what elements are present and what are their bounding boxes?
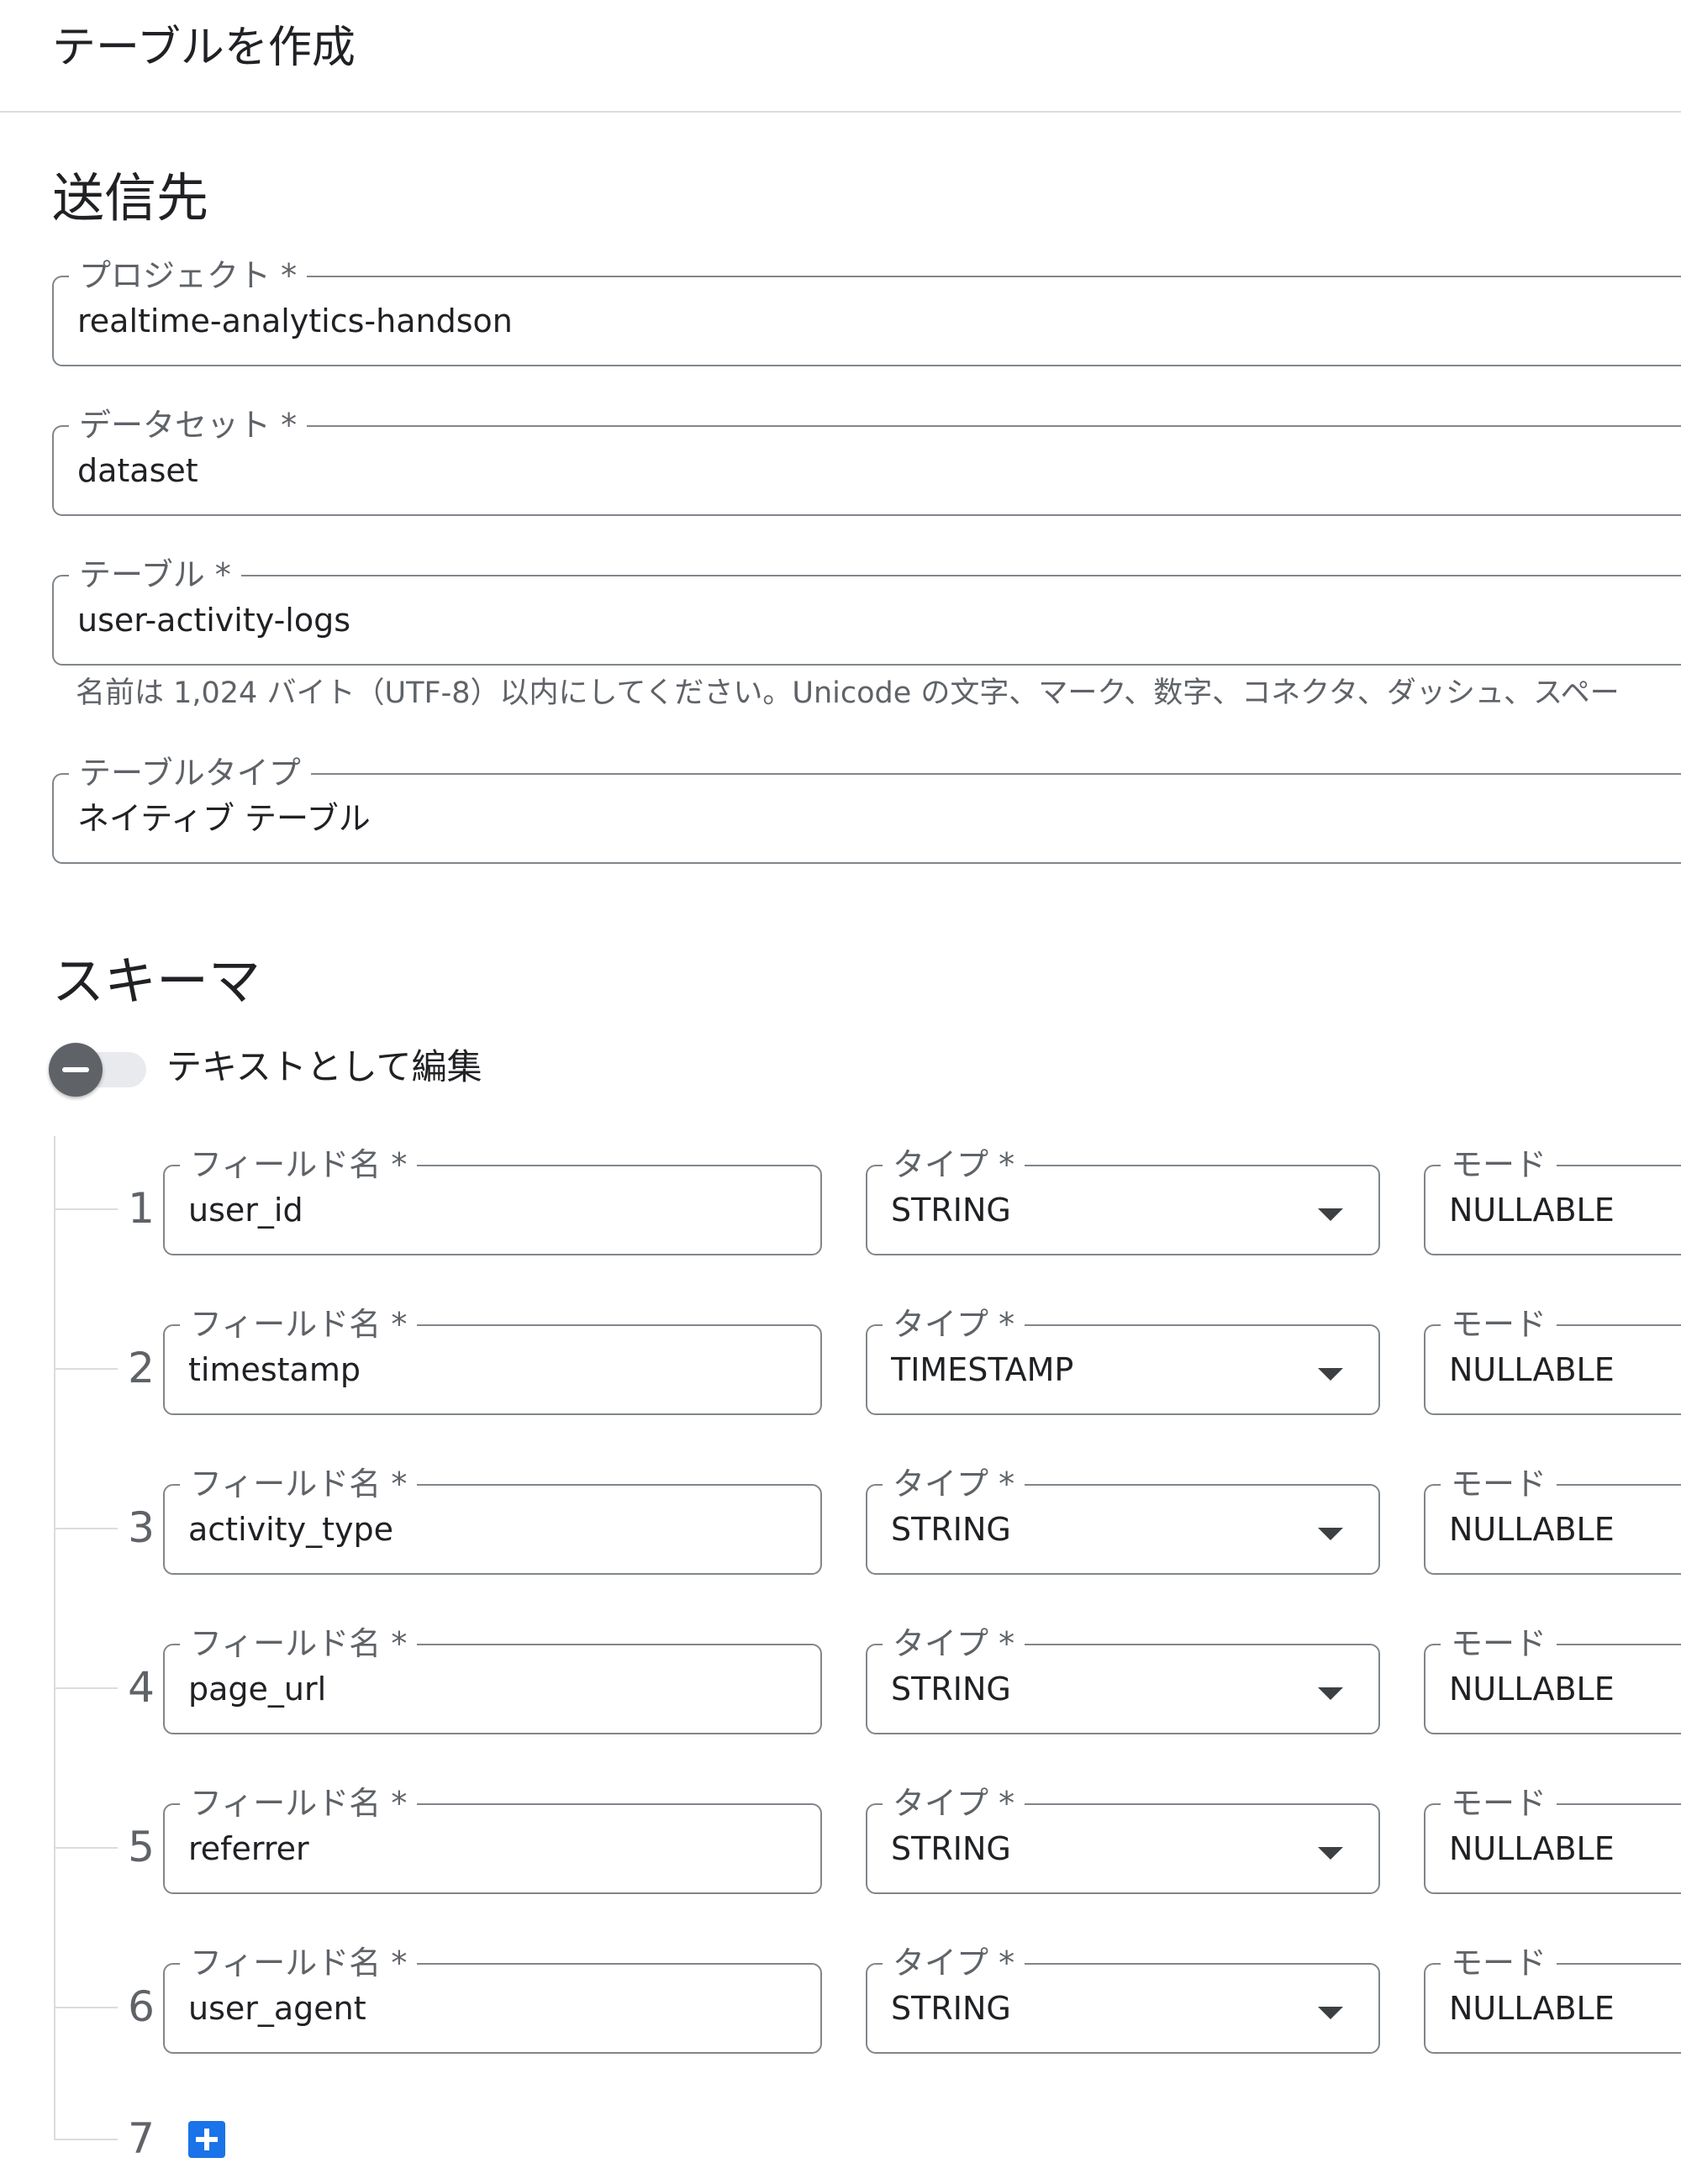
row-number: 2 — [128, 1344, 155, 1392]
table-name-hint: 名前は 1,024 バイト（UTF-8）以内にしてください。Unicode の文… — [76, 676, 1620, 710]
field-mode-value: NULLABLE — [1449, 1192, 1614, 1229]
field-mode-label: モード — [1441, 1624, 1557, 1663]
field-mode-label: モード — [1441, 1145, 1557, 1184]
field-type-label: タイプ * — [883, 1145, 1025, 1184]
dataset-label: データセット * — [69, 406, 308, 445]
field-name-value[interactable]: user_id — [188, 1188, 753, 1232]
destination-heading: 送信先 — [52, 167, 209, 229]
field-name-input[interactable]: フィールド名 * referrer — [163, 1784, 822, 1894]
table-type-value: ネイティブ テーブル — [77, 800, 371, 837]
field-name-label: フィールド名 * — [180, 1624, 418, 1663]
field-mode-label: モード — [1441, 1465, 1557, 1503]
row-number: 4 — [128, 1663, 155, 1712]
field-type-label: タイプ * — [883, 1305, 1025, 1344]
field-type-select[interactable]: タイプ * STRING — [866, 1145, 1380, 1255]
field-name-input[interactable]: フィールド名 * activity_type — [163, 1465, 822, 1575]
field-name-label: フィールド名 * — [180, 1145, 418, 1184]
field-mode-select[interactable]: モード NULLABLE — [1424, 1145, 1681, 1255]
tree-branch — [54, 1368, 118, 1370]
row-number: 5 — [128, 1823, 155, 1871]
field-mode-select[interactable]: モード NULLABLE — [1424, 1305, 1681, 1415]
schema-heading: スキーマ — [52, 950, 261, 1012]
dropdown-arrow-icon[interactable] — [1318, 1528, 1343, 1540]
dropdown-arrow-icon[interactable] — [1318, 1687, 1343, 1700]
dataset-value[interactable]: dataset — [77, 449, 1614, 492]
field-mode-value: NULLABLE — [1449, 1671, 1614, 1708]
schema-tree-line — [54, 1136, 55, 2140]
field-type-label: タイプ * — [883, 1465, 1025, 1503]
field-type-value: STRING — [891, 1192, 1011, 1229]
table-name-label: テーブル * — [69, 555, 241, 594]
field-name-input[interactable]: フィールド名 * page_url — [163, 1624, 822, 1734]
table-name-field[interactable]: テーブル * user-activity-logs — [52, 555, 1681, 666]
header-divider — [0, 111, 1681, 113]
table-type-label: テーブルタイプ — [69, 754, 311, 792]
field-name-input[interactable]: フィールド名 * user_id — [163, 1145, 822, 1255]
field-mode-select[interactable]: モード NULLABLE — [1424, 1784, 1681, 1894]
field-name-label: フィールド名 * — [180, 1784, 418, 1823]
field-mode-select[interactable]: モード NULLABLE — [1424, 1465, 1681, 1575]
dropdown-arrow-icon[interactable] — [1318, 2007, 1343, 2019]
table-name-input[interactable]: user-activity-logs — [77, 598, 1614, 642]
field-name-input[interactable]: フィールド名 * timestamp — [163, 1305, 822, 1415]
field-name-label: フィールド名 * — [180, 1465, 418, 1503]
field-name-value[interactable]: timestamp — [188, 1348, 753, 1392]
page-title: テーブルを作成 — [52, 23, 356, 73]
field-mode-value: NULLABLE — [1449, 1351, 1614, 1388]
field-type-select[interactable]: タイプ * STRING — [866, 1624, 1380, 1734]
field-mode-label: モード — [1441, 1784, 1557, 1823]
field-type-value: TIMESTAMP — [891, 1351, 1074, 1388]
tree-branch — [54, 2007, 118, 2008]
field-name-label: フィールド名 * — [180, 1305, 418, 1344]
row-number: 3 — [128, 1503, 155, 1552]
tree-branch — [54, 1847, 118, 1849]
field-type-select[interactable]: タイプ * TIMESTAMP — [866, 1305, 1380, 1415]
dataset-field[interactable]: データセット * dataset — [52, 406, 1681, 516]
field-name-value[interactable]: page_url — [188, 1667, 753, 1711]
field-type-label: タイプ * — [883, 1944, 1025, 1982]
field-mode-value: NULLABLE — [1449, 1990, 1614, 2027]
field-name-value[interactable]: activity_type — [188, 1508, 753, 1551]
field-mode-label: モード — [1441, 1305, 1557, 1344]
field-type-value: STRING — [891, 1671, 1011, 1708]
field-type-label: タイプ * — [883, 1784, 1025, 1823]
dropdown-arrow-icon[interactable] — [1318, 1847, 1343, 1860]
toggle-thumb[interactable] — [49, 1043, 103, 1097]
row-number: 1 — [128, 1184, 155, 1233]
tree-branch — [54, 1687, 118, 1689]
field-type-value: STRING — [891, 1830, 1011, 1867]
field-name-label: フィールド名 * — [180, 1944, 418, 1982]
field-type-label: タイプ * — [883, 1624, 1025, 1663]
field-type-select[interactable]: タイプ * STRING — [866, 1784, 1380, 1894]
field-mode-select[interactable]: モード NULLABLE — [1424, 1624, 1681, 1734]
field-name-value[interactable]: user_agent — [188, 1987, 753, 2030]
field-type-select[interactable]: タイプ * STRING — [866, 1944, 1380, 2054]
plus-icon[interactable] — [188, 2121, 225, 2158]
field-mode-label: モード — [1441, 1944, 1557, 1982]
dropdown-arrow-icon[interactable] — [1318, 1368, 1343, 1381]
field-type-value: STRING — [891, 1511, 1011, 1548]
project-field[interactable]: プロジェクト * realtime-analytics-handson — [52, 256, 1681, 366]
field-type-select[interactable]: タイプ * STRING — [866, 1465, 1380, 1575]
tree-branch — [54, 2139, 118, 2140]
table-type-select[interactable]: テーブルタイプ ネイティブ テーブル — [52, 754, 1681, 864]
project-label: プロジェクト * — [69, 256, 308, 295]
field-type-value: STRING — [891, 1990, 1011, 2027]
edit-as-text-label: テキストとして編集 — [166, 1046, 482, 1087]
create-table-page: テーブルを作成 送信先 プロジェクト * realtime-analytics-… — [0, 0, 1681, 2184]
field-name-input[interactable]: フィールド名 * user_agent — [163, 1944, 822, 2054]
row-number: 6 — [128, 1982, 155, 2031]
field-name-value[interactable]: referrer — [188, 1827, 753, 1871]
field-mode-value: NULLABLE — [1449, 1511, 1614, 1548]
field-mode-select[interactable]: モード NULLABLE — [1424, 1944, 1681, 2054]
dropdown-arrow-icon[interactable] — [1318, 1208, 1343, 1221]
row-number: 7 — [128, 2114, 155, 2163]
tree-branch — [54, 1208, 118, 1210]
project-value[interactable]: realtime-analytics-handson — [77, 299, 1614, 343]
field-mode-value: NULLABLE — [1449, 1830, 1614, 1867]
tree-branch — [54, 1528, 118, 1529]
